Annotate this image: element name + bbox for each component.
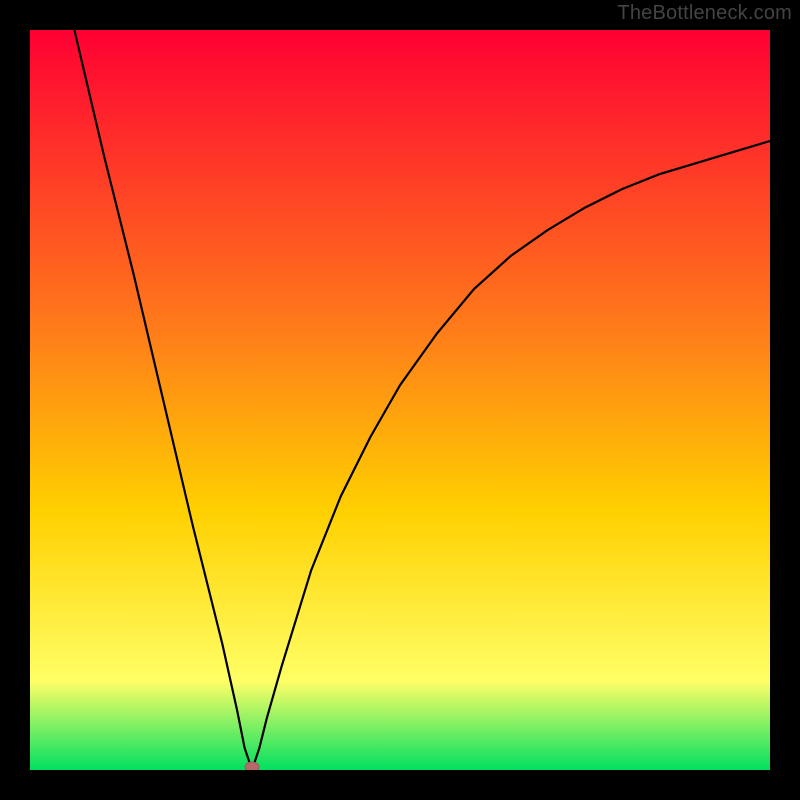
plot-area	[30, 30, 770, 770]
watermark-text: TheBottleneck.com	[617, 2, 792, 25]
gradient-background	[30, 30, 770, 770]
plot-svg	[30, 30, 770, 770]
minimum-marker	[245, 762, 259, 770]
chart-frame: TheBottleneck.com	[0, 0, 800, 800]
